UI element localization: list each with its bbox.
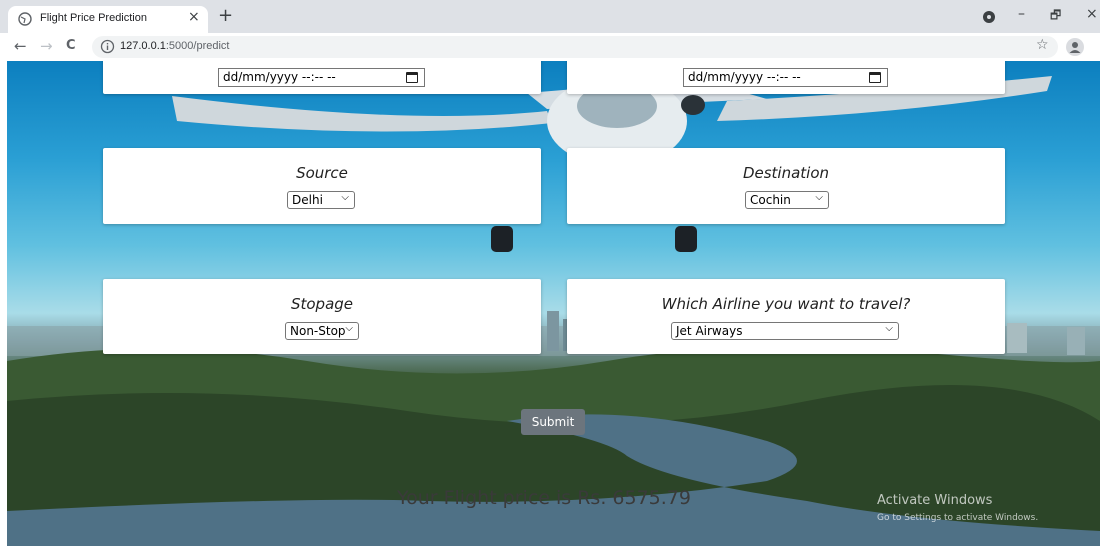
globe-icon bbox=[18, 12, 32, 26]
tab-strip: Flight Price Prediction × + – 🗗 × bbox=[0, 0, 1100, 33]
stopage-value: Non-Stop bbox=[290, 324, 346, 338]
activate-windows-title: Activate Windows bbox=[877, 493, 993, 508]
reload-button[interactable]: C bbox=[66, 38, 76, 53]
back-button[interactable]: ← bbox=[14, 37, 27, 55]
tab-title: Flight Price Prediction bbox=[40, 12, 147, 24]
chevron-down-icon: ⌵ bbox=[815, 192, 823, 203]
browser-toolbar: ← → C 127.0.0.1:5000/predict ☆ ⋮ bbox=[0, 33, 1100, 61]
new-tab-button[interactable]: + bbox=[218, 5, 233, 26]
chevron-down-icon: ⌵ bbox=[341, 192, 349, 203]
browser-tab[interactable]: Flight Price Prediction × bbox=[8, 6, 208, 33]
departure-datetime-input[interactable]: dd/mm/yyyy --:-- -- bbox=[218, 68, 425, 87]
star-icon[interactable]: ☆ bbox=[1036, 37, 1049, 53]
airline-select[interactable]: Jet Airways ⌵ bbox=[671, 322, 899, 340]
url-host: 127.0.0.1 bbox=[120, 40, 166, 52]
source-label: Source bbox=[296, 164, 348, 182]
source-select[interactable]: Delhi ⌵ bbox=[287, 191, 355, 209]
chevron-down-icon: ⌵ bbox=[345, 323, 353, 334]
destination-label: Destination bbox=[742, 164, 830, 182]
airline-value: Jet Airways bbox=[676, 324, 743, 338]
stopage-card: Stopage Non-Stop ⌵ bbox=[103, 279, 541, 354]
tab-close-icon[interactable]: × bbox=[188, 9, 200, 25]
info-icon[interactable] bbox=[100, 39, 115, 54]
calendar-icon[interactable] bbox=[406, 72, 418, 83]
url-text: 127.0.0.1:5000/predict bbox=[120, 40, 229, 52]
chevron-down-icon: ⌵ bbox=[885, 323, 893, 334]
extension-icon[interactable] bbox=[982, 10, 996, 24]
airline-card: Which Airline you want to travel? Jet Ai… bbox=[567, 279, 1005, 354]
destination-card: Destination Cochin ⌵ bbox=[567, 148, 1005, 224]
stopage-label: Stopage bbox=[290, 295, 354, 313]
destination-select[interactable]: Cochin ⌵ bbox=[745, 191, 829, 209]
forward-button[interactable]: → bbox=[40, 37, 53, 55]
arrival-datetime-input[interactable]: dd/mm/yyyy --:-- -- bbox=[683, 68, 888, 87]
destination-value: Cochin bbox=[750, 193, 791, 207]
departure-card: dd/mm/yyyy --:-- -- bbox=[103, 61, 541, 94]
predicted-price-text: Your Flight price is Rs. 6575.79 bbox=[397, 487, 691, 509]
avatar-icon[interactable] bbox=[1066, 38, 1084, 56]
arrival-card: dd/mm/yyyy --:-- -- bbox=[567, 61, 1005, 94]
stopage-select[interactable]: Non-Stop ⌵ bbox=[285, 322, 359, 340]
activate-windows-subtitle: Go to Settings to activate Windows. bbox=[877, 513, 1039, 523]
minimize-button[interactable]: – bbox=[1018, 6, 1025, 22]
arrival-datetime-text: dd/mm/yyyy --:-- -- bbox=[688, 70, 801, 84]
calendar-icon[interactable] bbox=[869, 72, 881, 83]
browser-menu-icon[interactable]: ⋮ bbox=[1094, 36, 1100, 52]
airline-label: Which Airline you want to travel? bbox=[661, 295, 911, 313]
source-card: Source Delhi ⌵ bbox=[103, 148, 541, 224]
source-value: Delhi bbox=[292, 193, 323, 207]
window-close-button[interactable]: × bbox=[1086, 6, 1098, 22]
submit-button[interactable]: Submit bbox=[521, 409, 585, 435]
url-path: :5000/predict bbox=[165, 40, 230, 52]
address-bar[interactable]: 127.0.0.1:5000/predict ☆ bbox=[92, 36, 1058, 58]
maximize-button[interactable]: 🗗 bbox=[1050, 6, 1061, 27]
page-content: dd/mm/yyyy --:-- -- dd/mm/yyyy --:-- -- … bbox=[7, 61, 1100, 546]
departure-datetime-text: dd/mm/yyyy --:-- -- bbox=[223, 70, 336, 84]
